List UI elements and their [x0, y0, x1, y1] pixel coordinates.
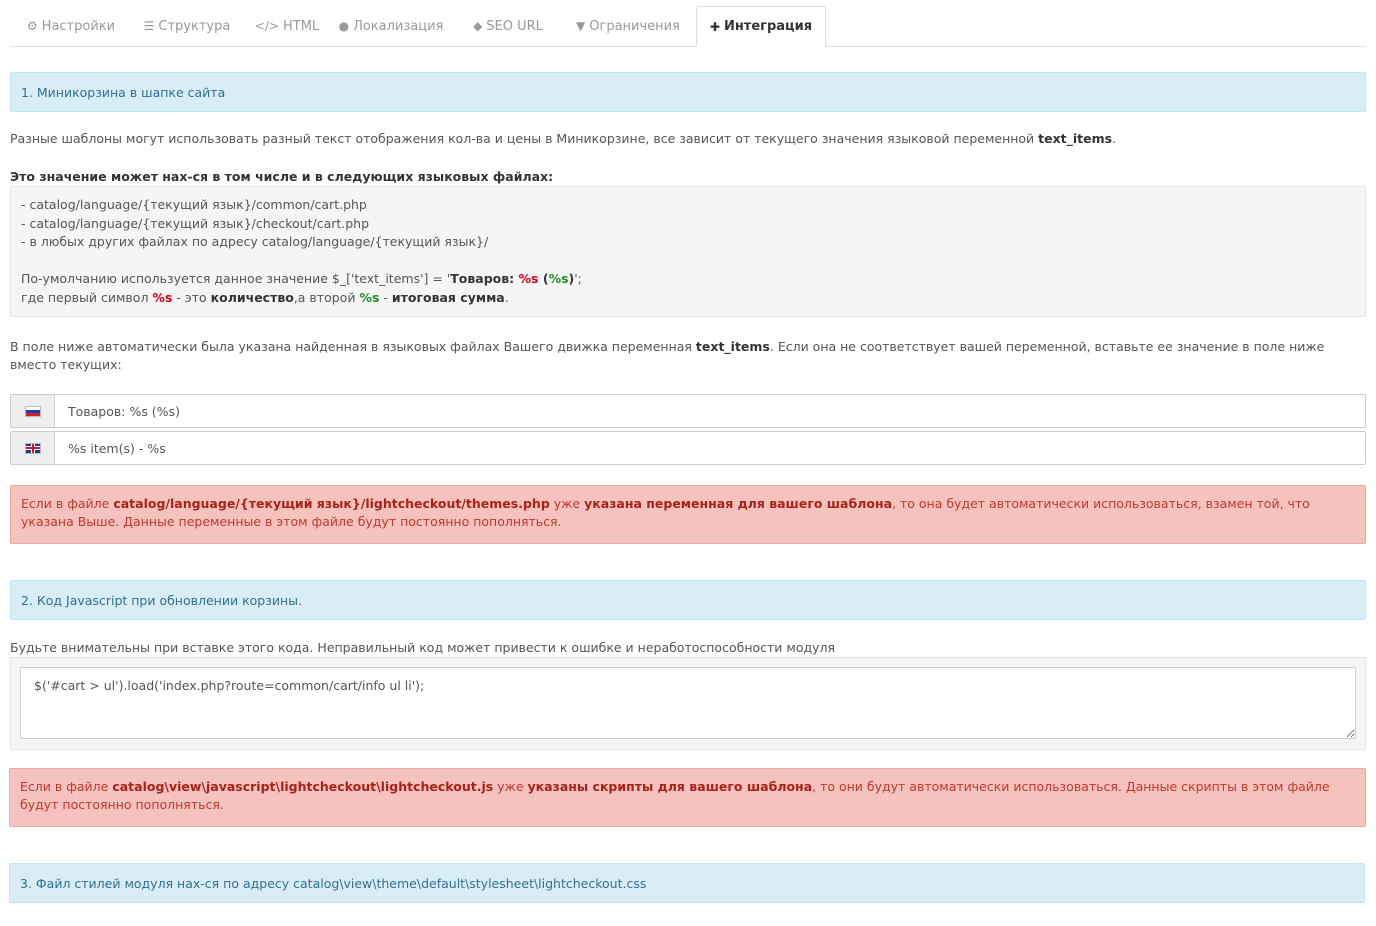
- file-path-checkout-cart: - catalog/language/{текущий язык}/checko…: [21, 215, 370, 231]
- file-path-common-cart: - catalog/language/{текущий язык}/common…: [21, 197, 367, 212]
- puzzle-icon: ✚: [709, 19, 720, 34]
- tab-label: Локализация: [353, 18, 444, 34]
- intro-variable: text_items: [1038, 131, 1113, 146]
- tab-label: Структура: [158, 18, 231, 34]
- tab-restrictions[interactable]: ▼ Ограничения: [569, 6, 687, 46]
- files-title: Это значение может нах-ся в том числе и …: [10, 168, 1350, 186]
- tab-seo-url[interactable]: ◆ SEO URL: [465, 6, 551, 46]
- tab-label: SEO URL: [486, 18, 543, 34]
- tab-label: Ограничения: [589, 18, 680, 34]
- tab-integration[interactable]: ✚ Интеграция: [696, 6, 826, 47]
- where-mid3: -: [379, 289, 392, 305]
- default-s1: %s: [518, 271, 539, 286]
- section-heading-stylesheet: 3. Файл стилей модуля нах-ся по адресу c…: [9, 863, 1365, 903]
- where-qty: количество: [210, 289, 294, 305]
- alert-pre: Если в файле: [21, 496, 114, 511]
- tab-structure[interactable]: ☰ Структура: [137, 6, 237, 46]
- map-marker-icon: ●: [338, 19, 350, 33]
- flag-ru-icon: [24, 405, 41, 417]
- default-word: Товаров:: [450, 271, 519, 286]
- tab-label: Настройки: [41, 18, 116, 34]
- tab-html[interactable]: </> HTML: [247, 6, 327, 46]
- where-total: итоговая сумма: [391, 289, 505, 305]
- default-mid: (: [538, 271, 549, 286]
- input-group-en: [10, 431, 1366, 465]
- section-heading-javascript: 2. Код Javascript при обновлении корзины…: [10, 580, 1366, 620]
- alert-bold: указана переменная для вашего шаблона: [584, 496, 893, 511]
- where-mid2: ,а второй: [293, 289, 360, 305]
- where-mid1: - это: [172, 289, 211, 305]
- alert-bold: указаны скрипты для вашего шаблона: [527, 779, 813, 794]
- flag-en-addon: [11, 432, 55, 464]
- minicart-intro: Разные шаблоны могут использовать разный…: [10, 130, 1350, 148]
- where-line: где первый символ %s - это количество,а …: [21, 289, 1355, 308]
- themes-file-alert: Если в файле catalog/language/{текущий я…: [10, 485, 1366, 544]
- alert-file: catalog\view\javascript\lightcheckout\li…: [112, 779, 494, 794]
- tab-label: Интеграция: [723, 19, 813, 34]
- auto-variable: text_items: [695, 339, 770, 354]
- tab-bar: ⚙ Настройки ☰ Структура </> HTML ● Локал…: [10, 0, 1366, 47]
- text-items-en-input[interactable]: [55, 432, 1365, 464]
- tab-localization[interactable]: ● Локализация: [335, 6, 447, 46]
- heading-text: 2. Код Javascript при обновлении корзины…: [21, 592, 302, 608]
- where-end: .: [504, 289, 509, 305]
- heading-text: 3. Файл стилей модуля нах-ся по адресу c…: [20, 875, 647, 891]
- warning-text: Будьте внимательны при вставке этого код…: [10, 640, 836, 655]
- text-items-ru-input[interactable]: [55, 395, 1365, 427]
- default-pre: По-умолчанию используется данное значени…: [21, 271, 451, 286]
- intro-text: Разные шаблоны могут использовать разный…: [10, 131, 1039, 146]
- code-icon: </>: [254, 19, 279, 33]
- code-warning: Будьте внимательны при вставке этого код…: [10, 639, 1350, 657]
- flag-ru-addon: [11, 395, 55, 427]
- code-well: $('#cart > ul').load('index.php?route=co…: [10, 657, 1366, 750]
- tab-label: HTML: [282, 18, 320, 34]
- auto-detect-note: В поле ниже автоматически была указана н…: [10, 338, 1350, 374]
- input-group-ru: [10, 394, 1366, 428]
- alert-file: catalog/language/{текущий язык}/lightche…: [113, 496, 550, 511]
- alert-pre: Если в файле: [20, 779, 113, 794]
- tags-icon: ◆: [473, 19, 483, 33]
- flag-en-icon: [24, 442, 41, 454]
- language-files-well: - catalog/language/{текущий язык}/common…: [10, 186, 1366, 317]
- alert-mid: уже: [549, 496, 585, 511]
- list-icon: ☰: [143, 19, 155, 33]
- tab-settings[interactable]: ⚙ Настройки: [15, 6, 127, 46]
- js-file-alert: Если в файле catalog\view\javascript\lig…: [9, 768, 1366, 827]
- where-pre: где первый символ: [21, 289, 153, 305]
- where-s2: %s: [359, 289, 380, 305]
- section-heading-minicart: 1. Миникорзина в шапке сайта: [10, 72, 1366, 112]
- file-path-other: - в любых других файлах по адресу catalo…: [21, 234, 489, 249]
- default-s2: %s: [548, 271, 569, 286]
- cart-update-js-textarea[interactable]: $('#cart > ul').load('index.php?route=co…: [20, 667, 1356, 739]
- intro-end: .: [1112, 131, 1117, 146]
- heading-text: 1. Миникорзина в шапке сайта: [21, 84, 226, 100]
- gears-icon: ⚙: [26, 19, 38, 33]
- where-s1: %s: [152, 289, 173, 305]
- filter-icon: ▼: [576, 19, 586, 33]
- alert-mid: уже: [493, 779, 528, 794]
- default-post: ';: [574, 271, 582, 286]
- default-value-line: По-умолчанию используется данное значени…: [21, 270, 1355, 289]
- auto-pre: В поле ниже автоматически была указана н…: [10, 339, 696, 354]
- files-title-text: Это значение может нах-ся в том числе и …: [10, 169, 554, 184]
